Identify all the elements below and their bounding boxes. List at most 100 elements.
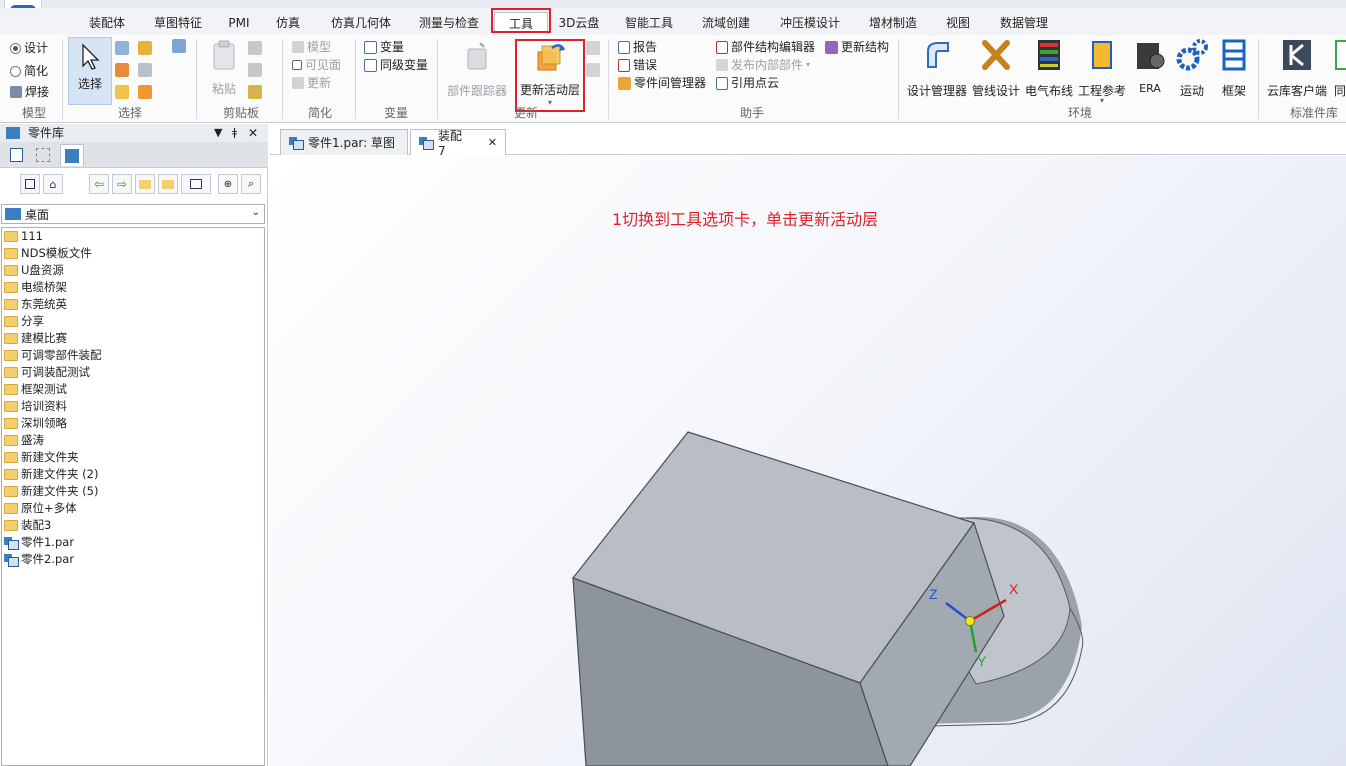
file-list-item-folder[interactable]: 电缆桥架 <box>2 279 264 296</box>
file-list-item-folder[interactable]: 框架测试 <box>2 381 264 398</box>
home-button[interactable]: ⌂ <box>43 174 63 194</box>
part-tracker-button[interactable]: 部件跟踪器 <box>444 39 510 99</box>
file-list-item-folder[interactable]: 培训资料 <box>2 398 264 415</box>
tab-pathfinder[interactable] <box>4 144 28 166</box>
new-folder-button[interactable] <box>158 174 178 194</box>
env-era[interactable]: ERA <box>1130 37 1170 95</box>
file-list-item-folder[interactable]: 建模比赛 <box>2 330 264 347</box>
env-pipeline-design[interactable]: 管线设计 <box>970 37 1022 99</box>
structure-editor-button[interactable]: 部件结构编辑器 <box>716 38 815 56</box>
update-all-icon[interactable] <box>586 41 600 55</box>
select-assembly-icon[interactable] <box>138 85 152 99</box>
file-list-item-part[interactable]: 零件2.par <box>2 551 264 568</box>
file-list-item-part[interactable]: 零件1.par <box>2 534 264 551</box>
select-options-icon[interactable] <box>138 63 152 77</box>
file-list-item-folder[interactable]: 新建文件夹 (2) <box>2 466 264 483</box>
back-button[interactable]: ⇦ <box>89 174 109 194</box>
tab-smart-tools[interactable]: 智能工具 <box>618 12 680 34</box>
folder-up-icon <box>139 179 151 189</box>
tab-3d-cloud[interactable]: 3D云盘 <box>556 12 602 34</box>
filter-button[interactable]: ⊕ <box>218 174 238 194</box>
file-list-item-folder[interactable]: 可调装配测试 <box>2 364 264 381</box>
panel-title: 零件库 <box>28 126 65 140</box>
up-folder-button[interactable] <box>135 174 155 194</box>
tab-simulation[interactable]: 仿真 <box>268 12 308 34</box>
quick-find-icon[interactable] <box>172 39 186 53</box>
cut-icon[interactable] <box>248 41 262 55</box>
select-box-icon[interactable] <box>115 85 129 99</box>
paste-button[interactable]: 粘贴 <box>202 39 246 97</box>
simplify-update-button[interactable]: 更新 <box>292 74 331 92</box>
errors-button[interactable]: 错误 <box>618 56 657 74</box>
view-list-button[interactable] <box>20 174 40 194</box>
file-list-item-folder[interactable]: 可调零部件装配 <box>2 347 264 364</box>
tab-fluid-domain[interactable]: 流域创建 <box>696 12 756 34</box>
report-button[interactable]: 报告 <box>618 38 657 56</box>
file-list-item-folder[interactable]: 装配3 <box>2 517 264 534</box>
file-list-item-folder[interactable]: U盘资源 <box>2 262 264 279</box>
simplify-model-button[interactable]: 模型 <box>292 38 331 56</box>
file-list-item-folder[interactable]: 新建文件夹 (5) <box>2 483 264 500</box>
inter-part-manager-button[interactable]: 零件间管理器 <box>618 74 706 92</box>
tab-sketch-features[interactable]: 草图特征 <box>146 12 210 34</box>
publish-internal-button[interactable]: 发布内部部件 ▾ <box>716 56 810 74</box>
file-list-item-label: 东莞统英 <box>21 297 67 311</box>
update-active-layer-button[interactable]: 更新活动层 ▾ <box>516 40 584 107</box>
tab-pmi[interactable]: PMI <box>222 12 256 34</box>
file-list-item-label: 盛涛 <box>21 433 44 447</box>
forward-button[interactable]: ⇨ <box>112 174 132 194</box>
mode-weld-label: 焊接 <box>25 85 50 99</box>
file-list-item-folder[interactable]: 111 <box>2 228 264 245</box>
tab-view[interactable]: 视图 <box>938 12 978 34</box>
file-list-item-folder[interactable]: 深圳领略 <box>2 415 264 432</box>
tab-parts-library[interactable] <box>60 144 84 166</box>
file-list-item-folder[interactable]: 盛涛 <box>2 432 264 449</box>
file-list-item-folder[interactable]: NDS模板文件 <box>2 245 264 262</box>
tab-stamping-die[interactable]: 冲压模设计 <box>772 12 848 34</box>
tab-measure-inspect[interactable]: 测量与检查 <box>412 12 486 34</box>
variable-button[interactable]: 变量 <box>364 38 404 56</box>
mode-simplify[interactable]: 简化 <box>10 62 48 80</box>
reference-point-cloud-button[interactable]: 引用点云 <box>716 74 779 92</box>
tab-feature-tree[interactable] <box>31 144 55 166</box>
close-icon[interactable]: ✕ <box>248 124 258 142</box>
env-design-manager[interactable]: 设计管理器 <box>904 37 970 99</box>
select-face-icon[interactable] <box>115 63 129 77</box>
select-part-icon[interactable] <box>138 41 152 55</box>
env-engineering-reference[interactable]: 工程参考 ▾ <box>1076 37 1128 105</box>
copy-icon[interactable] <box>248 63 262 77</box>
panel-menu-icon[interactable]: ▼ <box>214 124 222 142</box>
close-icon[interactable]: ✕ <box>488 136 497 149</box>
search-button[interactable]: ⌕ <box>241 174 261 194</box>
standard-parts-partial[interactable]: 同 <box>1330 37 1346 99</box>
update-structure-button[interactable]: 更新结构 <box>825 38 889 56</box>
pin-icon[interactable]: ǂ <box>232 124 237 142</box>
env-electrical-wiring[interactable]: 电气布线 <box>1022 37 1076 99</box>
tab-tools[interactable]: 工具 <box>494 12 548 34</box>
mode-design[interactable]: 设计 <box>10 39 48 57</box>
view-mode-button[interactable] <box>181 174 211 194</box>
location-dropdown[interactable]: 桌面 ⌄ <box>1 204 265 224</box>
tab-data-management[interactable]: 数据管理 <box>992 12 1056 34</box>
sync-variable-button[interactable]: 同级变量 <box>364 56 428 74</box>
env-frame[interactable]: 框架 <box>1214 37 1254 99</box>
block-part[interactable] <box>572 431 1005 766</box>
file-list-item-folder[interactable]: 原位+多体 <box>2 500 264 517</box>
tab-additive[interactable]: 增材制造 <box>862 12 924 34</box>
select-button[interactable]: 选择 <box>68 37 112 105</box>
file-list-item-folder[interactable]: 新建文件夹 <box>2 449 264 466</box>
tab-assembly[interactable]: 装配体 <box>80 12 134 34</box>
tab-simulation-geometry[interactable]: 仿真几何体 <box>322 12 400 34</box>
cloud-library-client[interactable]: 云库客户端 <box>1264 37 1330 99</box>
env-motion[interactable]: 运动 <box>1170 37 1214 99</box>
filter-icon[interactable] <box>115 41 129 55</box>
3d-viewport[interactable]: 1切换到工具选项卡，单击更新活动层 X Z Y <box>270 156 1346 766</box>
file-list-item-folder[interactable]: 东莞统英 <box>2 296 264 313</box>
doc-tab-part1-sketch[interactable]: 零件1.par: 草图 <box>280 129 408 155</box>
mode-weld[interactable]: 焊接 <box>10 83 49 101</box>
file-list-item-folder[interactable]: 分享 <box>2 313 264 330</box>
paste-special-icon[interactable] <box>248 85 262 99</box>
visible-faces-button[interactable]: 可见面 <box>292 56 341 74</box>
doc-tab-assembly7[interactable]: 装配7 ✕ <box>410 129 506 158</box>
update-links-icon[interactable] <box>586 63 600 77</box>
